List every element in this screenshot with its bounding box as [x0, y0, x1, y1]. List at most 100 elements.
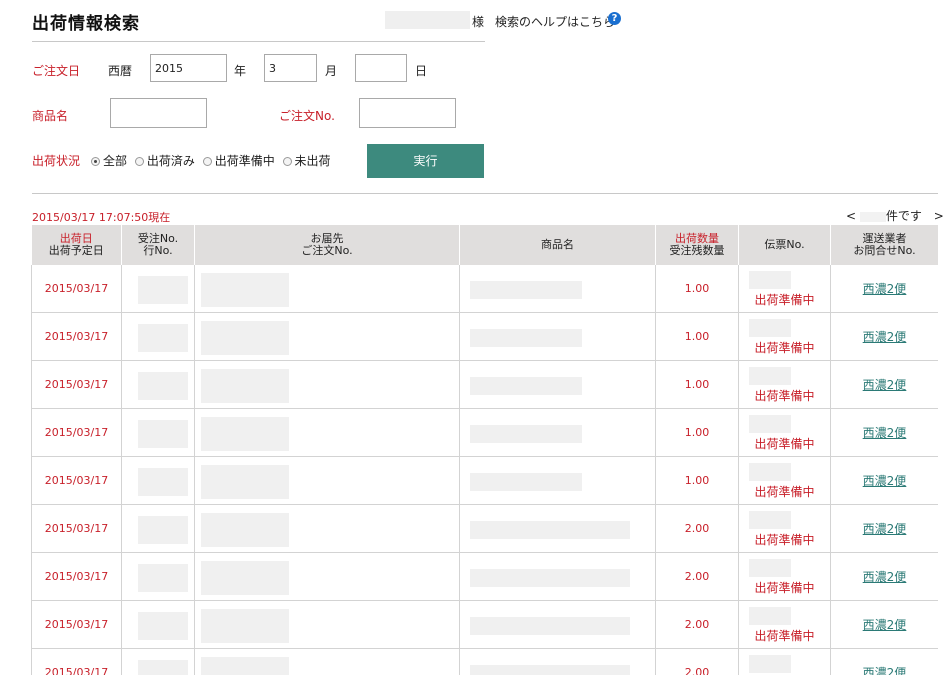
masked-product-name: [470, 281, 582, 299]
shipping-status-label: 出荷状況: [32, 154, 81, 168]
ship-date-cell: 2015/03/17: [31, 504, 122, 553]
masked-destination: [201, 561, 289, 595]
product-name-cell: [459, 456, 656, 505]
month-input[interactable]: [264, 54, 317, 82]
order-no-cell: [121, 265, 195, 313]
masked-order-no: [138, 468, 188, 496]
carrier-cell: 西濃2便: [830, 552, 938, 601]
quantity-cell: 1.00: [655, 265, 739, 313]
product-name-input[interactable]: [110, 98, 207, 128]
slip-no-cell: 出荷準備中: [738, 456, 831, 505]
carrier-cell: 西濃2便: [830, 648, 938, 675]
status-option-preparing[interactable]: 出荷準備中: [202, 154, 275, 168]
help-link[interactable]: 検索のヘルプはこちら: [495, 13, 615, 30]
carrier-cell: 西濃2便: [830, 360, 938, 409]
masked-slip-no: [749, 463, 791, 481]
order-no-cell: [121, 408, 195, 457]
product-name-cell: [459, 408, 656, 457]
ship-date-cell: 2015/03/17: [31, 312, 122, 361]
order-no-cell: [121, 600, 195, 649]
year-unit: 年: [234, 64, 247, 78]
ship-date-cell: 2015/03/17: [31, 265, 122, 313]
radio-shipped[interactable]: [134, 157, 144, 166]
table-row: 2015/03/17 2.00 出荷準備中 西濃2便: [31, 600, 938, 649]
status-option-shipped[interactable]: 出荷済み: [134, 154, 195, 168]
order-date-label: ご注文日: [32, 64, 81, 78]
shipping-status-radios: 全部 出荷済み 出荷準備中 未出荷: [91, 152, 335, 169]
masked-slip-no: [749, 319, 791, 337]
masked-product-name: [470, 377, 582, 395]
day-input[interactable]: [355, 54, 407, 82]
masked-order-no: [138, 660, 188, 675]
order-no-cell: [121, 456, 195, 505]
slip-status: 出荷準備中: [754, 629, 815, 643]
masked-destination: [201, 609, 289, 643]
masked-slip-no: [749, 367, 791, 385]
carrier-cell: 西濃2便: [830, 456, 938, 505]
quantity-cell: 1.00: [655, 312, 739, 361]
masked-slip-no: [749, 271, 791, 289]
order-no-cell: [121, 648, 195, 675]
product-name-cell: [459, 312, 656, 361]
carrier-link[interactable]: 西濃2便: [863, 426, 907, 440]
status-option-unshipped[interactable]: 未出荷: [282, 154, 331, 168]
product-name-cell: [459, 265, 656, 313]
slip-status: 出荷準備中: [754, 533, 815, 547]
slip-status: 出荷準備中: [754, 341, 815, 355]
masked-destination: [201, 321, 289, 355]
carrier-link[interactable]: 西濃2便: [863, 282, 907, 296]
slip-no-cell: 出荷準備中: [738, 504, 831, 553]
slip-status: 出荷準備中: [754, 485, 815, 499]
day-unit: 日: [415, 64, 428, 78]
masked-order-no: [138, 516, 188, 544]
ship-date-cell: 2015/03/17: [31, 360, 122, 409]
era-label: 西暦: [108, 64, 133, 78]
carrier-link[interactable]: 西濃2便: [863, 522, 907, 536]
carrier-link[interactable]: 西濃2便: [863, 474, 907, 488]
pager-count-suffix: 件です: [885, 209, 922, 223]
carrier-link[interactable]: 西濃2便: [863, 618, 907, 632]
radio-all[interactable]: [91, 157, 100, 166]
order-no-cell: [121, 312, 195, 361]
help-icon[interactable]: ?: [608, 12, 621, 25]
slip-status: 出荷準備中: [754, 437, 815, 451]
masked-slip-no: [749, 559, 791, 577]
carrier-link[interactable]: 西濃2便: [863, 378, 907, 392]
table-row: 2015/03/17 1.00 出荷準備中 西濃2便: [31, 312, 938, 361]
carrier-link[interactable]: 西濃2便: [863, 570, 907, 584]
masked-order-no: [138, 420, 188, 448]
destination-cell: [194, 552, 460, 601]
radio-preparing[interactable]: [202, 157, 212, 166]
masked-destination: [201, 513, 289, 547]
carrier-link[interactable]: 西濃2便: [863, 666, 907, 675]
header-carrier: 運送業者 お問合せNo.: [830, 225, 938, 265]
year-input[interactable]: [150, 54, 227, 82]
execute-button[interactable]: 実行: [367, 144, 484, 178]
destination-cell: [194, 600, 460, 649]
carrier-cell: 西濃2便: [830, 504, 938, 553]
masked-order-no: [138, 564, 188, 592]
masked-destination: [201, 465, 289, 499]
quantity-cell: 2.00: [655, 600, 739, 649]
carrier-cell: 西濃2便: [830, 265, 938, 313]
table-row: 2015/03/17 1.00 出荷準備中 西濃2便: [31, 456, 938, 505]
carrier-link[interactable]: 西濃2便: [863, 330, 907, 344]
ship-date-cell: 2015/03/17: [31, 552, 122, 601]
destination-cell: [194, 504, 460, 553]
quantity-cell: 2.00: [655, 552, 739, 601]
destination-cell: [194, 408, 460, 457]
header-ship-date: 出荷日 出荷予定日: [31, 225, 122, 265]
status-option-all[interactable]: 全部: [91, 154, 127, 168]
masked-destination: [201, 657, 289, 675]
table-row: 2015/03/17 2.00 出荷準備中 西濃2便: [31, 504, 938, 553]
carrier-cell: 西濃2便: [830, 312, 938, 361]
masked-destination: [201, 417, 289, 451]
pager-prev[interactable]: <: [846, 209, 856, 223]
pager-next[interactable]: >: [934, 209, 944, 223]
quantity-cell: 1.00: [655, 456, 739, 505]
product-name-cell: [459, 600, 656, 649]
radio-unshipped[interactable]: [282, 157, 292, 166]
order-no-input[interactable]: [359, 98, 456, 128]
table-row: 2015/03/17 1.00 出荷準備中 西濃2便: [31, 360, 938, 409]
ship-date-cell: 2015/03/17: [31, 408, 122, 457]
